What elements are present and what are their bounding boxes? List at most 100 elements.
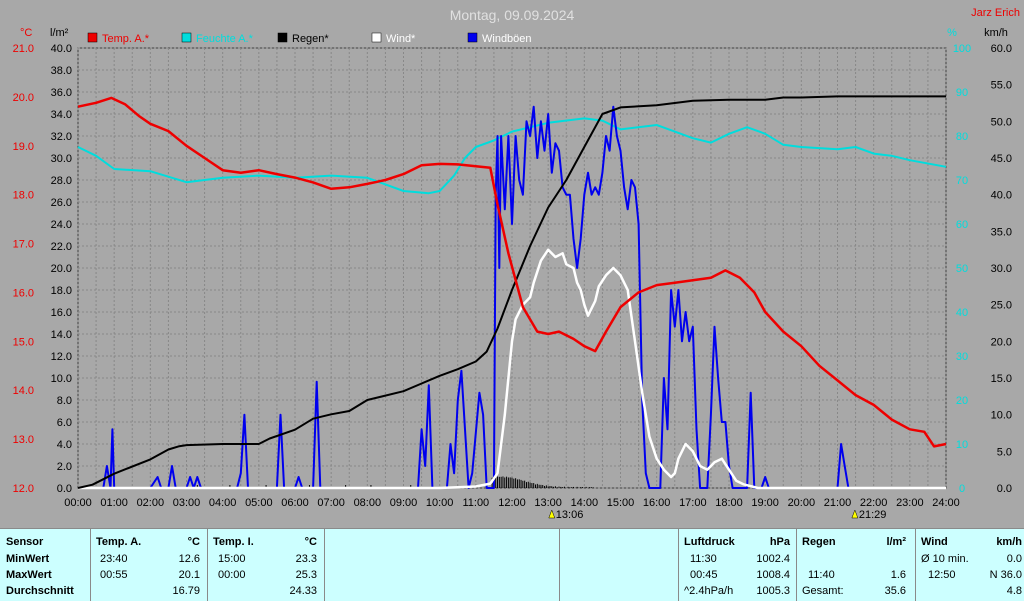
- pressure-max-time: 00:45: [690, 569, 718, 581]
- rain-tick-label: 24.0: [51, 219, 72, 231]
- legend-label: Feuchte A.*: [196, 33, 254, 45]
- wind-tick-label: 0.0: [997, 483, 1012, 495]
- legend-label: Windböen: [482, 33, 532, 45]
- humidity-tick-label: 100: [953, 43, 971, 55]
- rain-tick-label: 38.0: [51, 65, 72, 77]
- x-tick-label: 23:00: [896, 497, 924, 509]
- rain-max-time: 11:40: [808, 569, 835, 581]
- x-tick-label: 09:00: [390, 497, 418, 509]
- row-label-max: MaxWert: [6, 569, 52, 581]
- temp-a-min-value: 12.6: [178, 553, 200, 565]
- header-temp-a: Temp. A.: [96, 536, 142, 548]
- wind-avg-value: 4.8: [1006, 585, 1022, 597]
- x-tick-label: 24:00: [932, 497, 960, 509]
- header-rain: Regen: [802, 536, 836, 548]
- humidity-axis-unit: %: [947, 27, 957, 39]
- header-temp-a-unit: °C: [187, 536, 200, 548]
- rain-tick-label: 0.0: [57, 483, 72, 495]
- chart-title: Montag, 09.09.2024: [450, 7, 575, 23]
- legend-swatch: [181, 32, 192, 43]
- rain-tick-label: 2.0: [57, 461, 72, 473]
- humidity-tick-label: 0: [959, 483, 965, 495]
- rain-tick-label: 30.0: [51, 153, 72, 165]
- wind-axis-unit: km/h: [984, 27, 1008, 39]
- table-divider: [90, 529, 91, 601]
- pressure-min-value: 1002.4: [756, 553, 790, 565]
- header-rain-unit: l/m²: [886, 536, 906, 548]
- x-tick-label: 20:00: [788, 497, 816, 509]
- pressure-max-value: 1008.4: [756, 569, 790, 581]
- rain-total-label: Gesamt:: [802, 585, 844, 597]
- header-pressure-unit: hPa: [769, 536, 790, 548]
- temp-a-avg-value: 16.79: [172, 585, 200, 597]
- temp-tick-label: 19.0: [13, 141, 34, 153]
- wind-tick-label: 5.0: [997, 446, 1012, 458]
- pressure-min-time: 11:30: [690, 553, 717, 565]
- humidity-tick-label: 80: [956, 131, 968, 143]
- temp-tick-label: 20.0: [13, 92, 34, 104]
- temp-tick-label: 14.0: [13, 385, 34, 397]
- rain-tick-label: 4.0: [57, 439, 72, 451]
- humidity-tick-label: 10: [956, 439, 968, 451]
- rain-tick-label: 34.0: [51, 109, 72, 121]
- table-divider: [796, 529, 797, 601]
- x-tick-label: 01:00: [100, 497, 128, 509]
- legend-label: Wind*: [386, 33, 416, 45]
- temp-tick-label: 21.0: [13, 43, 34, 55]
- temp-a-min-time: 23:40: [100, 553, 128, 565]
- row-label-min: MinWert: [6, 553, 50, 565]
- x-tick-label: 06:00: [281, 497, 309, 509]
- rain-tick-label: 36.0: [51, 87, 72, 99]
- weather-chart: Montag, 09.09.2024 Jarz Erich °C l/m²% km/h 1…: [0, 0, 1024, 528]
- header-temp-i-unit: °C: [304, 536, 317, 548]
- temp-tick-label: 13.0: [13, 434, 34, 446]
- wind-tick-label: 60.0: [991, 43, 1012, 55]
- wind-tick-label: 30.0: [991, 263, 1012, 275]
- table-divider: [678, 529, 679, 601]
- x-tick-label: 04:00: [209, 497, 237, 509]
- wind-tick-label: 45.0: [991, 153, 1012, 165]
- rain-tick-label: 8.0: [57, 395, 72, 407]
- table-divider: [207, 529, 208, 601]
- table-divider: [915, 529, 916, 601]
- header-wind-unit: km/h: [996, 536, 1022, 548]
- x-tick-label: 05:00: [245, 497, 273, 509]
- temp-tick-label: 17.0: [13, 239, 34, 251]
- temp-i-max-time: 00:00: [218, 569, 246, 581]
- legend-swatch: [87, 32, 98, 43]
- x-tick-label: 12:00: [498, 497, 526, 509]
- temp-i-max-value: 25.3: [295, 569, 317, 581]
- header-wind: Wind: [921, 536, 948, 548]
- wind-tick-label: 25.0: [991, 300, 1012, 312]
- wind-tick-label: 15.0: [991, 373, 1012, 385]
- humidity-tick-label: 50: [956, 263, 968, 275]
- event-marker-label: 21:29: [859, 509, 887, 521]
- x-tick-label: 19:00: [751, 497, 779, 509]
- temp-tick-label: 15.0: [13, 336, 34, 348]
- x-tick-label: 21:00: [824, 497, 852, 509]
- event-marker-label: 13:06: [556, 509, 584, 521]
- summary-table: Sensor MinWert MaxWert Durchschnitt Temp…: [0, 528, 1024, 601]
- x-tick-label: 18:00: [715, 497, 743, 509]
- wind-tick-label: 35.0: [991, 226, 1012, 238]
- humidity-tick-label: 90: [956, 87, 968, 99]
- x-tick-label: 22:00: [860, 497, 888, 509]
- rain-tick-label: 18.0: [51, 285, 72, 297]
- temp-i-avg-value: 24.33: [289, 585, 317, 597]
- chart-canvas: Montag, 09.09.2024 Jarz Erich °C l/m²% km/h 1…: [13, 7, 1020, 521]
- legend-swatch: [371, 32, 382, 43]
- temp-tick-label: 16.0: [13, 287, 34, 299]
- rain-tick-label: 16.0: [51, 307, 72, 319]
- rain-axis-unit: l/m²: [50, 27, 69, 39]
- x-tick-label: 02:00: [137, 497, 165, 509]
- header-sensor: Sensor: [6, 536, 44, 548]
- x-tick-label: 03:00: [173, 497, 201, 509]
- humidity-tick-label: 30: [956, 351, 968, 363]
- temp-a-max-time: 00:55: [100, 569, 128, 581]
- humidity-tick-label: 60: [956, 219, 968, 231]
- rain-max-value: 1.6: [890, 569, 906, 581]
- temp-i-min-time: 15:00: [218, 553, 246, 565]
- table-divider: [559, 529, 560, 601]
- legend-swatch: [277, 32, 288, 43]
- rain-tick-label: 28.0: [51, 175, 72, 187]
